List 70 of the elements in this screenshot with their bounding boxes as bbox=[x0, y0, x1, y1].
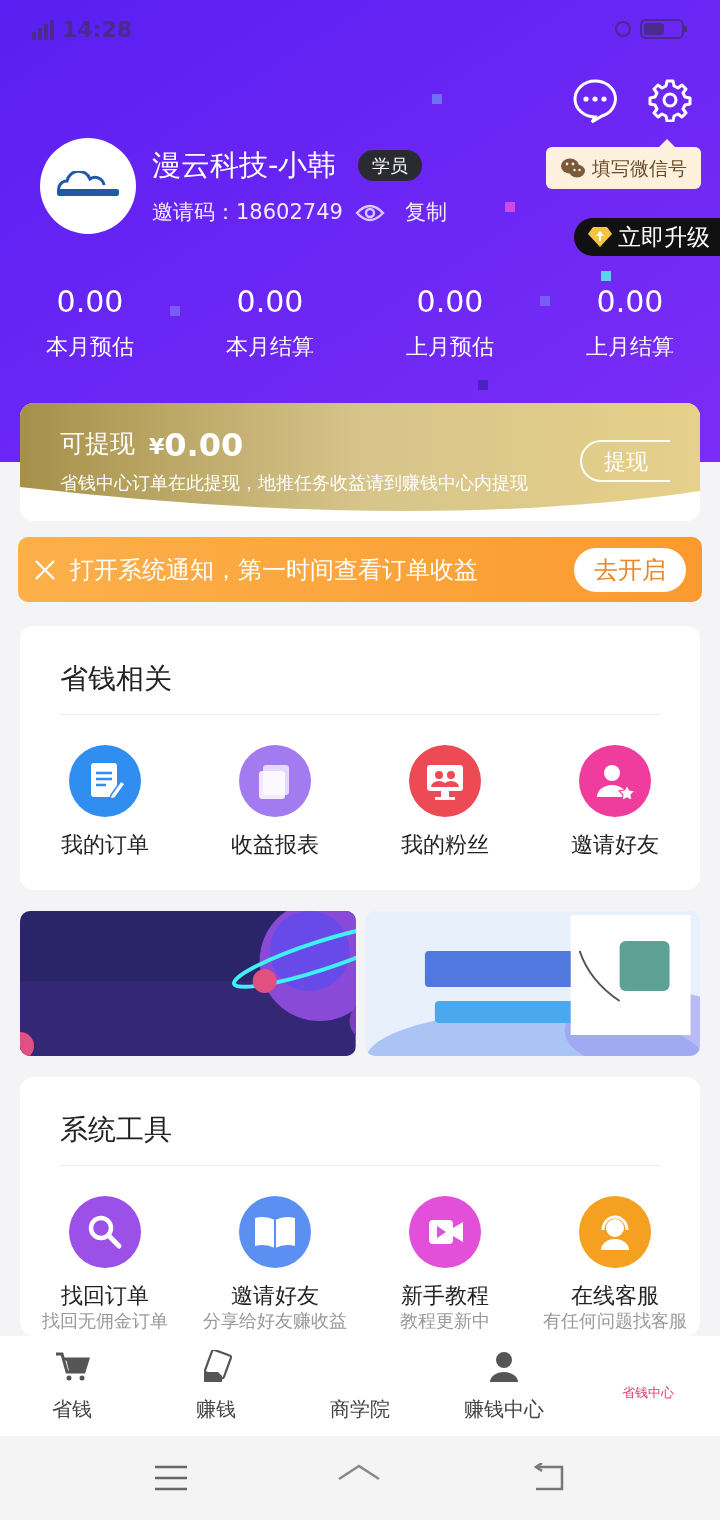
menu-item[interactable]: 邀请好友 bbox=[530, 745, 700, 859]
tab[interactable]: 商学院 bbox=[288, 1336, 432, 1436]
withdraw-label: 可提现 bbox=[60, 428, 135, 460]
upgrade-button[interactable]: 立即升级 bbox=[574, 218, 720, 256]
confetti-square bbox=[478, 380, 488, 390]
stat-value: 0.00 bbox=[596, 283, 664, 321]
menu-item[interactable]: 在线客服 有任何问题找客服 bbox=[530, 1196, 700, 1332]
withdraw-note: 省钱中心订单在此提现，地推任务收益请到赚钱中心内提现 bbox=[60, 470, 528, 495]
menu-icon[interactable] bbox=[154, 1465, 189, 1491]
stat-value: 0.00 bbox=[416, 283, 484, 321]
menu-item[interactable]: 我的粉丝 bbox=[360, 745, 530, 859]
invite-label: 邀请码： bbox=[152, 199, 236, 226]
tab[interactable]: 赚钱 bbox=[144, 1336, 288, 1436]
menu-label: 找回订单 bbox=[61, 1282, 149, 1310]
confetti-square bbox=[432, 94, 442, 104]
status-time: 14:28 bbox=[62, 15, 133, 44]
tooltip-pointer bbox=[659, 139, 675, 147]
eye-icon[interactable] bbox=[354, 202, 385, 223]
menu-item[interactable]: 邀请好友 分享给好友赚收益 bbox=[190, 1196, 360, 1332]
wechat-tooltip[interactable]: 填写微信号 bbox=[546, 147, 701, 189]
member-badge: 学员 bbox=[358, 149, 423, 181]
stacked-pages-icon bbox=[239, 745, 311, 817]
withdraw-amount: 0.00 bbox=[164, 426, 244, 463]
settings-icon[interactable] bbox=[648, 78, 692, 122]
confetti-square bbox=[540, 296, 550, 306]
profile-name: 漫云科技-小韩 bbox=[152, 146, 337, 184]
search-icon bbox=[69, 1196, 141, 1268]
menu-label: 邀请好友 bbox=[231, 1282, 319, 1310]
invite-code: 18602749 bbox=[236, 199, 343, 226]
menu-item[interactable]: 找回订单 找回无佣金订单 bbox=[20, 1196, 190, 1332]
stat-label: 本月结算 bbox=[226, 333, 314, 361]
menu-label: 我的订单 bbox=[61, 831, 149, 859]
stat-label: 上月结算 bbox=[586, 333, 674, 361]
currency-symbol: ¥ bbox=[149, 432, 165, 461]
book-icon bbox=[239, 1196, 311, 1268]
tab[interactable]: 赚钱中心 bbox=[432, 1336, 576, 1436]
confetti-square bbox=[601, 271, 611, 281]
wechat-tip-text: 填写微信号 bbox=[592, 155, 687, 181]
video-camera-icon bbox=[409, 1196, 481, 1268]
tab[interactable]: 省钱中心 bbox=[576, 1336, 720, 1436]
menu-item[interactable]: 收益报表 bbox=[190, 745, 360, 859]
stat-value: 0.00 bbox=[236, 283, 304, 321]
menu-subtitle: 教程更新中 bbox=[400, 1310, 490, 1332]
diamond-icon bbox=[588, 226, 612, 248]
menu-label: 收益报表 bbox=[231, 831, 319, 859]
menu-label: 邀请好友 bbox=[571, 831, 659, 859]
copy-button[interactable]: 复制 bbox=[404, 197, 447, 229]
battery-icon bbox=[640, 18, 688, 40]
menu-subtitle: 有任何问题找客服 bbox=[543, 1310, 687, 1332]
menu-subtitle: 分享给好友赚收益 bbox=[203, 1310, 347, 1332]
monitor-people-icon bbox=[409, 745, 481, 817]
stat-label: 上月预估 bbox=[406, 333, 494, 361]
notice-text: 打开系统通知，第一时间查看订单收益 bbox=[70, 554, 479, 586]
confetti-square bbox=[170, 306, 180, 316]
menu-label: 新手教程 bbox=[401, 1282, 489, 1310]
menu-label: 我的粉丝 bbox=[401, 831, 489, 859]
menu-subtitle: 找回无佣金订单 bbox=[42, 1310, 168, 1332]
section-title: 系统工具 bbox=[60, 1077, 660, 1166]
headset-person-icon bbox=[579, 1196, 651, 1268]
stat-label: 本月预估 bbox=[46, 333, 134, 361]
document-icon bbox=[69, 745, 141, 817]
wechat-icon bbox=[560, 157, 586, 179]
section-title: 省钱相关 bbox=[60, 626, 660, 715]
confetti-square bbox=[505, 202, 515, 212]
chat-icon[interactable] bbox=[572, 78, 618, 124]
menu-item[interactable]: 新手教程 教程更新中 bbox=[360, 1196, 530, 1332]
tab[interactable]: 省钱 bbox=[0, 1336, 144, 1436]
menu-item[interactable]: 我的订单 bbox=[20, 745, 190, 859]
menu-label: 在线客服 bbox=[571, 1282, 659, 1310]
stat-value: 0.00 bbox=[56, 283, 124, 321]
